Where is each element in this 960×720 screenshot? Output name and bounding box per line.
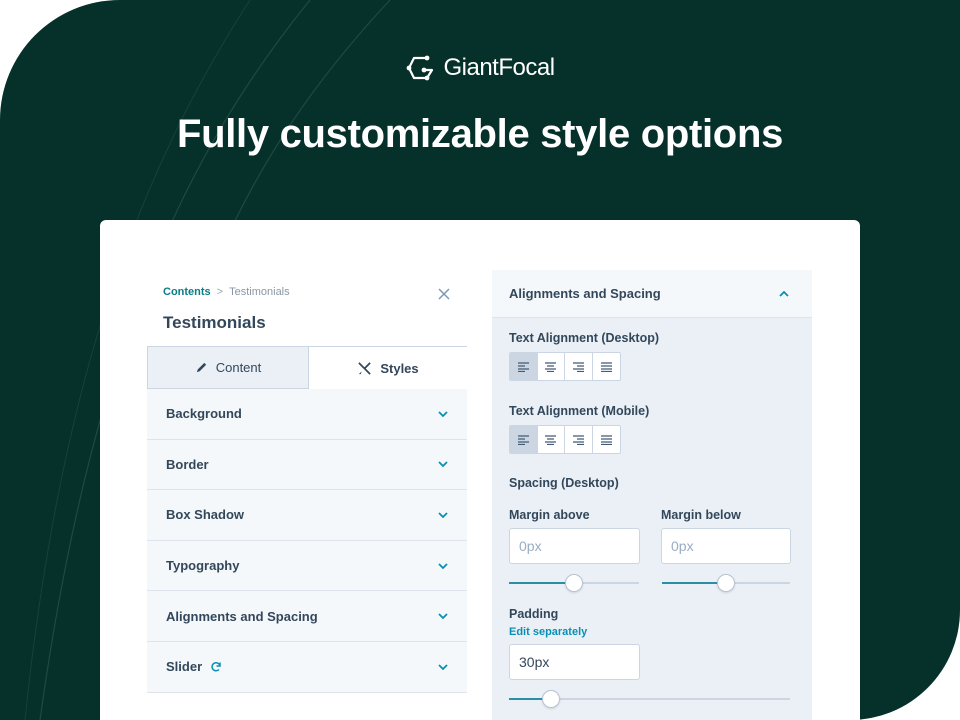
align-justify-icon — [600, 361, 612, 372]
spacing-desktop-label: Spacing (Desktop) — [509, 476, 619, 490]
align-justify-button[interactable] — [593, 353, 621, 380]
text-alignment-desktop-group — [509, 352, 621, 381]
align-right-icon — [572, 361, 584, 372]
chevron-down-icon — [438, 461, 448, 468]
breadcrumb-separator: > — [216, 286, 224, 298]
margin-below-label: Margin below — [661, 508, 741, 522]
align-right-icon — [572, 434, 584, 445]
section-label: Slider — [166, 659, 203, 675]
align-left-button[interactable] — [510, 426, 538, 453]
section-label: Background — [166, 406, 242, 422]
alignments-spacing-header[interactable]: Alignments and Spacing — [492, 270, 812, 318]
align-justify-icon — [600, 434, 612, 445]
align-right-button[interactable] — [565, 426, 593, 453]
chevron-down-icon — [438, 664, 448, 671]
chevron-up-icon — [779, 290, 789, 297]
headline: Fully customizable style options — [176, 112, 784, 156]
section-slider[interactable]: Slider — [147, 642, 467, 693]
refresh-icon — [211, 661, 221, 672]
settings-card: Contents > Testimonials Testimonials Con… — [100, 220, 860, 720]
section-alignments-spacing[interactable]: Alignments and Spacing — [147, 591, 467, 642]
text-alignment-mobile-group — [509, 425, 621, 454]
panel-title: Testimonials — [163, 313, 266, 332]
section-background[interactable]: Background — [147, 389, 467, 440]
brand-name: GiantFocal — [443, 54, 555, 81]
chevron-down-icon — [438, 613, 448, 620]
margin-above-input[interactable] — [509, 528, 640, 564]
section-border[interactable]: Border — [147, 440, 467, 491]
section-label: Border — [166, 456, 209, 472]
editor-tabs: Content Styles — [147, 346, 467, 389]
slider-thumb[interactable] — [565, 574, 583, 592]
text-alignment-mobile-label: Text Alignment (Mobile) — [509, 404, 650, 418]
section-label: Typography — [166, 558, 240, 574]
alignments-spacing-panel: Alignments and Spacing Text Alignment (D… — [492, 270, 812, 720]
slider-thumb[interactable] — [542, 690, 561, 708]
section-label-wrap: Slider — [166, 659, 222, 674]
padding-input[interactable] — [509, 644, 640, 680]
tab-styles-label: Styles — [380, 360, 419, 376]
brand-logo: GiantFocal — [0, 52, 960, 84]
align-left-icon — [517, 361, 529, 372]
chevron-down-icon — [438, 411, 448, 418]
edit-separately-link[interactable]: Edit separately — [509, 626, 587, 638]
breadcrumb-current: Testimonials — [229, 286, 290, 298]
margin-above-label: Margin above — [509, 508, 590, 522]
align-right-button[interactable] — [565, 353, 593, 380]
giantfocal-logo-icon — [407, 55, 434, 81]
padding-slider[interactable] — [509, 689, 790, 709]
align-justify-button[interactable] — [593, 426, 621, 453]
margin-below-input[interactable] — [661, 528, 791, 564]
section-box-shadow[interactable]: Box Shadow — [147, 490, 467, 541]
margin-below-slider[interactable] — [662, 573, 790, 593]
align-center-icon — [545, 434, 557, 445]
align-left-icon — [517, 434, 529, 445]
tab-content-label: Content — [215, 360, 262, 375]
align-center-icon — [545, 361, 557, 372]
breadcrumb: Contents > Testimonials — [163, 286, 290, 298]
chevron-down-icon — [438, 562, 448, 569]
section-label: Box Shadow — [166, 507, 245, 523]
tab-content[interactable]: Content — [147, 346, 309, 389]
style-sections-list: Background Border Box Shadow Typography … — [147, 389, 467, 693]
scissors-brush-icon — [358, 361, 372, 375]
margin-above-slider[interactable] — [509, 573, 639, 593]
section-label: Alignments and Spacing — [166, 608, 318, 624]
text-alignment-desktop-label: Text Alignment (Desktop) — [509, 331, 660, 345]
align-left-button[interactable] — [510, 353, 538, 380]
padding-label: Padding — [509, 607, 559, 621]
section-typography[interactable]: Typography — [147, 541, 467, 592]
close-icon[interactable] — [436, 286, 452, 302]
pencil-icon — [196, 362, 206, 373]
chevron-down-icon — [438, 512, 448, 519]
alignments-spacing-title: Alignments and Spacing — [509, 286, 661, 301]
tab-styles[interactable]: Styles — [309, 346, 467, 389]
align-center-button[interactable] — [538, 353, 565, 380]
breadcrumb-contents-link[interactable]: Contents — [163, 286, 211, 298]
slider-thumb[interactable] — [717, 574, 735, 592]
align-center-button[interactable] — [538, 426, 565, 453]
